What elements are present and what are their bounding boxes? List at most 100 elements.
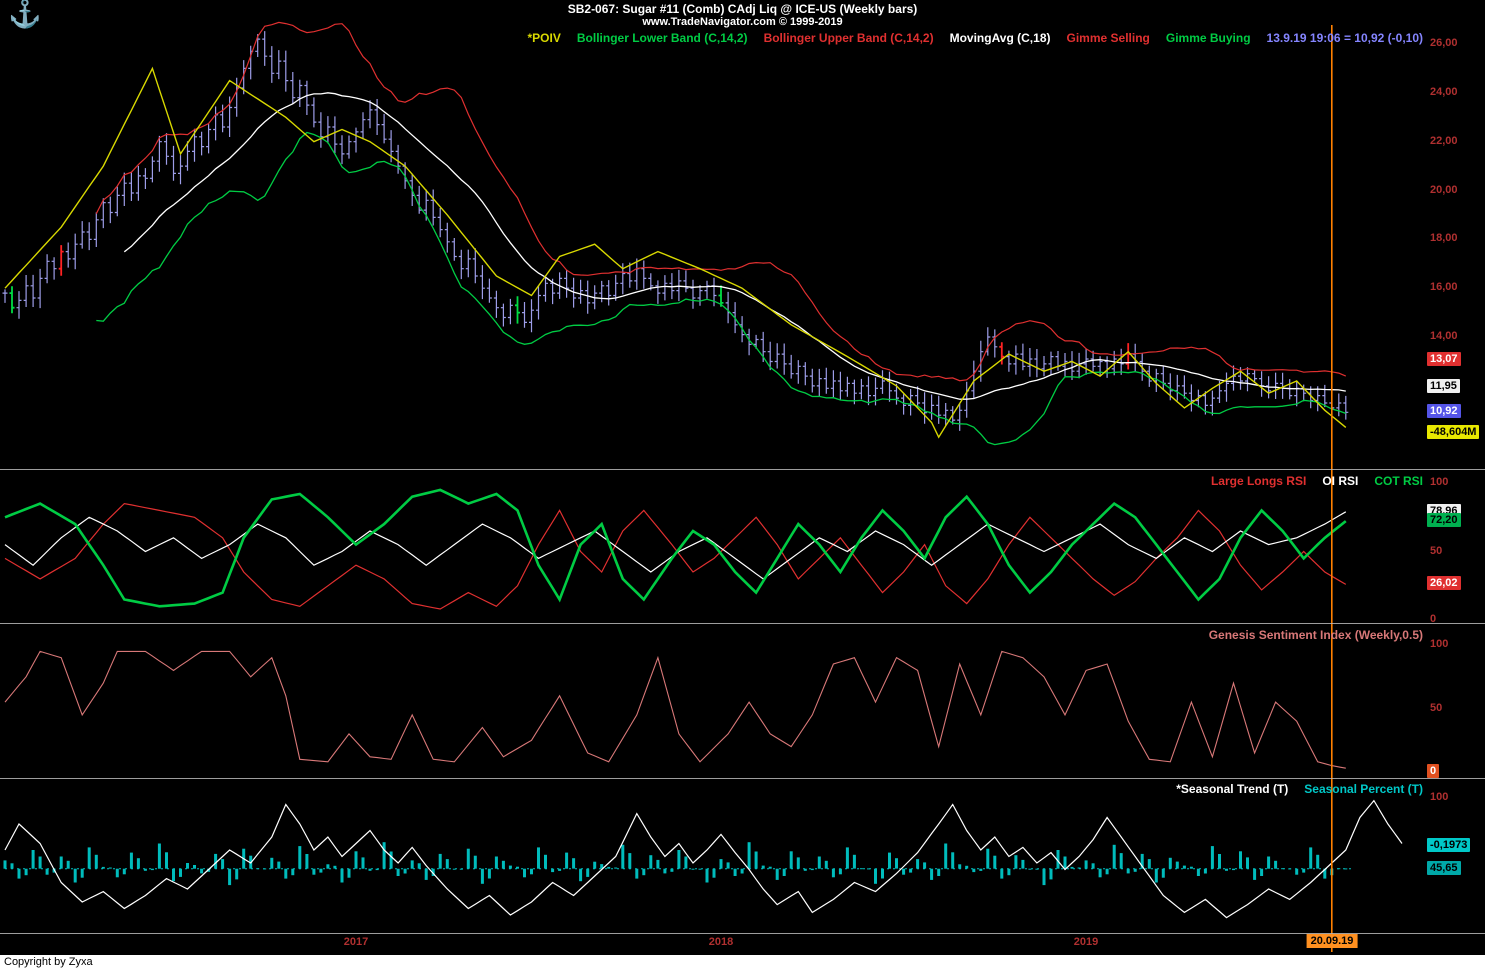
- seasonal-percent-bar: [656, 859, 660, 869]
- year-label: 2018: [708, 936, 734, 948]
- seasonal-percent-bar: [1161, 868, 1165, 878]
- seasonal-percent-bar: [1182, 865, 1186, 869]
- seasonal-percent-bar: [480, 868, 484, 884]
- panel-separator[interactable]: [0, 778, 1485, 779]
- seasonal-percent-bar: [642, 868, 646, 876]
- seasonal-percent-bar: [1246, 857, 1249, 869]
- seasonal-percent-bar: [59, 856, 63, 869]
- seasonal-percent-bar: [122, 868, 126, 875]
- value-badge: 0: [1427, 764, 1440, 778]
- seasonal-percent-bar: [1007, 868, 1011, 876]
- legend-poiv[interactable]: *POIV: [528, 31, 561, 45]
- seasonal-percent-bar: [916, 859, 920, 869]
- label-oi-rsi[interactable]: OI RSI: [1322, 474, 1358, 488]
- seasonal-percent-bar: [291, 868, 295, 876]
- scale-tick: 24,00: [1430, 86, 1458, 98]
- moving-average-line: [123, 92, 1346, 400]
- label-cot-rsi[interactable]: COT RSI: [1374, 474, 1423, 488]
- seasonal-percent-bar: [424, 868, 428, 880]
- seasonal-percent-bar: [551, 868, 555, 873]
- seasonal-percent-bar: [902, 868, 906, 875]
- seasonal-percent-bar: [396, 868, 400, 876]
- seasonal-percent-bar: [31, 850, 35, 869]
- seasonal-percent-bar: [487, 868, 491, 879]
- seasonal-percent-bar: [1337, 868, 1341, 870]
- seasonal-percent-bar: [1344, 868, 1348, 870]
- seasonal-percent-bar: [347, 868, 351, 878]
- seasonal-percent-bar: [508, 865, 512, 869]
- scale-tick: 16,00: [1430, 281, 1458, 293]
- seasonal-percent-bar: [1302, 868, 1306, 873]
- seasonal-percent-bar: [1218, 854, 1221, 869]
- seasonal-percent-bar: [691, 868, 695, 870]
- cot-rsi-line: [4, 488, 1347, 608]
- seasonal-percent-bar: [516, 866, 519, 869]
- seasonal-percent-bar: [305, 854, 309, 869]
- seasonal-percent-bar: [1196, 868, 1200, 876]
- price-bars: [2, 31, 1349, 431]
- label-sentiment-index[interactable]: Genesis Sentiment Index (Weekly,0.5): [1209, 628, 1423, 642]
- seasonal-percent-bar: [1077, 867, 1081, 869]
- seasonal-percent-bar: [101, 866, 105, 869]
- seasonal-percent-bar: [677, 850, 681, 869]
- panel-separator[interactable]: [0, 623, 1485, 624]
- seasonal-percent-bar: [852, 854, 856, 869]
- seasonal-percent-bar: [165, 852, 168, 869]
- seasonal-percent-bar: [1105, 868, 1109, 875]
- legend-movingavg[interactable]: MovingAvg (C,18): [950, 31, 1051, 45]
- seasonal-percent-bar: [354, 851, 358, 869]
- legend-gimme-buying[interactable]: Gimme Buying: [1166, 31, 1251, 45]
- seasonal-percent-bar: [172, 868, 175, 882]
- seasonal-percent-bar: [1309, 847, 1313, 869]
- seasonal-percent-bar: [10, 863, 14, 869]
- seasonal-percent-bar: [452, 868, 456, 870]
- seasonal-percent-bar: [1267, 856, 1271, 869]
- seasonal-percent-bar: [558, 868, 562, 871]
- value-badge: 11,95: [1427, 379, 1460, 393]
- legend-bollinger-lower[interactable]: Bollinger Lower Band (C,14,2): [577, 31, 748, 45]
- seasonal-percent-bar: [326, 864, 330, 869]
- seasonal-percent-bar: [859, 868, 863, 870]
- seasonal-percent-bar: [705, 868, 709, 883]
- legend-bollinger-upper[interactable]: Bollinger Upper Band (C,14,2): [764, 31, 934, 45]
- seasonal-percent-bar: [340, 868, 344, 883]
- seasonal-percent-bar: [115, 868, 119, 878]
- scale-tick: 20,00: [1430, 184, 1458, 196]
- panel-separator[interactable]: [0, 469, 1485, 470]
- legend-last-quote: 13.9.19 19:06 = 10,92 (-0,10): [1266, 31, 1423, 45]
- value-badge: 72,20: [1427, 513, 1461, 527]
- seasonal-percent-bar: [930, 868, 934, 880]
- seasonal-percent-bar: [1189, 866, 1193, 869]
- seasonal-percent-bar: [1154, 868, 1158, 883]
- scale-tick: 18,00: [1430, 232, 1458, 244]
- date-cursor-line[interactable]: [1331, 25, 1333, 952]
- seasonal-percent-bar: [1168, 857, 1172, 869]
- seasonal-percent-bar: [263, 868, 267, 870]
- label-large-longs-rsi[interactable]: Large Longs RSI: [1211, 474, 1306, 488]
- label-seasonal-trend[interactable]: *Seasonal Trend (T): [1176, 782, 1288, 796]
- seasonal-percent-bar: [621, 844, 625, 869]
- seasonal-percent-bar: [1091, 863, 1095, 869]
- seasonal-percent-bar: [298, 846, 302, 869]
- seasonal-percent-bar: [319, 868, 323, 873]
- seasonal-percent-bar: [719, 859, 723, 869]
- seasonal-percent-bar: [87, 847, 91, 869]
- seasonal-percent-bar: [494, 856, 498, 869]
- seasonal-percent-bar: [782, 868, 786, 876]
- seasonal-percent-bar: [38, 856, 42, 869]
- seasonal-percent-bar: [221, 859, 225, 869]
- rsi-panel-labels: Large Longs RSI OI RSI COT RSI: [1211, 474, 1423, 488]
- seasonal-percent-bar: [1119, 853, 1123, 869]
- seasonal-percent-bar: [1316, 854, 1320, 869]
- seasonal-percent-bar: [761, 865, 765, 869]
- legend-gimme-selling[interactable]: Gimme Selling: [1067, 31, 1150, 45]
- seasonal-percent-bar: [944, 843, 948, 869]
- seasonal-percent-bar: [150, 868, 154, 871]
- label-seasonal-percent[interactable]: Seasonal Percent (T): [1304, 782, 1423, 796]
- seasonal-percent-bar: [17, 868, 21, 879]
- seasonal-percent-bar: [1112, 844, 1116, 869]
- panel-separator[interactable]: [0, 933, 1485, 934]
- year-label: 2017: [343, 936, 369, 948]
- scale-tick: 26,00: [1430, 37, 1458, 49]
- seasonal-percent-bar: [375, 868, 379, 871]
